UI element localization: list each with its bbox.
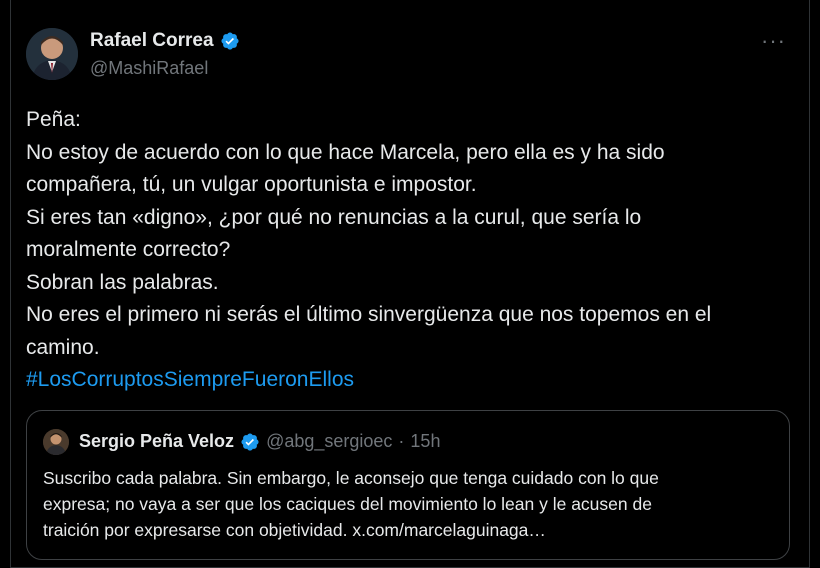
separator-dot: · [398, 431, 405, 451]
quoted-header: Sergio Peña Veloz @abg_sergioec · 15h [79, 431, 440, 452]
quoted-author-avatar[interactable] [43, 429, 69, 455]
tweet-line: camino. [26, 335, 100, 359]
quoted-timestamp[interactable]: 15h [410, 431, 440, 452]
more-options-icon[interactable]: ··· [761, 28, 786, 54]
quoted-line: traición por expresarse con objetividad.… [43, 520, 546, 540]
tweet-line: Peña: [26, 108, 81, 131]
tweet-text: Peña: No estoy de acuerdo con lo que hac… [26, 104, 801, 397]
verified-badge-icon [240, 432, 260, 452]
quoted-author-name[interactable]: Sergio Peña Veloz [79, 431, 234, 452]
author-handle[interactable]: @MashiRafael [90, 58, 208, 79]
quoted-tweet[interactable]: Sergio Peña Veloz @abg_sergioec · 15h Su… [26, 410, 790, 560]
tweet-line: Sobran las palabras. [26, 270, 219, 294]
tweet-line: No eres el primero ni serás el último si… [26, 303, 712, 326]
quoted-author-handle[interactable]: @abg_sergioec [266, 431, 392, 452]
tweet-line: No estoy de acuerdo con lo que hace Marc… [26, 140, 665, 164]
tweet-line: Si eres tan «digno», ¿por qué no renunci… [26, 205, 642, 229]
hashtag-link[interactable]: #LosCorruptosSiempreFueronEllos [26, 364, 801, 397]
quoted-line: expresa; no vaya a ser que los caciques … [43, 494, 652, 514]
author-name-row: Rafael Correa [90, 30, 240, 52]
tweet-line: compañera, tú, un vulgar oportunista e i… [26, 173, 477, 196]
quoted-line: Suscribo cada palabra. Sin embargo, le a… [43, 468, 659, 488]
author-avatar[interactable] [26, 28, 78, 80]
quoted-text: Suscribo cada palabra. Sin embargo, le a… [43, 465, 783, 543]
tweet-line: moralmente correcto? [26, 238, 231, 261]
verified-badge-icon [220, 31, 240, 51]
author-name[interactable]: Rafael Correa [90, 30, 214, 52]
